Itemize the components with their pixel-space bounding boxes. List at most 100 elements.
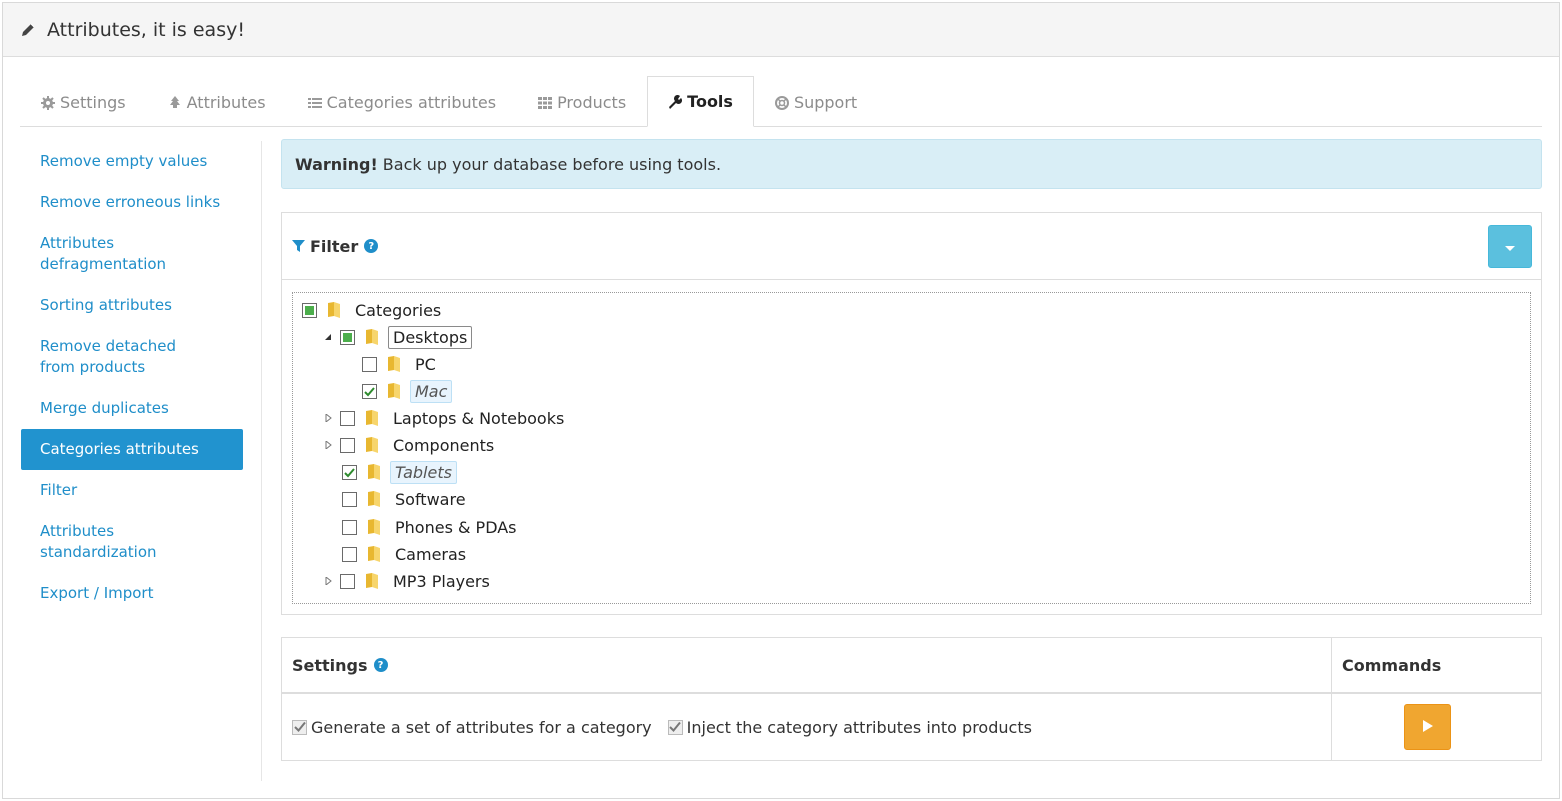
tab-label: Attributes bbox=[186, 93, 266, 112]
tree-checkbox[interactable] bbox=[340, 410, 355, 426]
filter-panel: Filter ? Categories Desktops PC Mac Lapt… bbox=[281, 212, 1542, 615]
main-panel: Attributes, it is easy! Settings Attribu… bbox=[2, 2, 1560, 799]
caret-down-icon bbox=[1505, 237, 1515, 256]
settings-title: Settings bbox=[292, 655, 368, 675]
filter-icon bbox=[292, 239, 305, 253]
folder-icon bbox=[328, 302, 340, 318]
settings-header: Settings ? bbox=[282, 638, 1332, 692]
tree-checkbox[interactable] bbox=[340, 329, 355, 345]
tree-node[interactable]: MP3 Players bbox=[322, 569, 495, 593]
filter-dropdown-button[interactable] bbox=[1488, 225, 1532, 268]
generate-attributes-checkbox[interactable]: Generate a set of attributes for a categ… bbox=[292, 718, 652, 737]
tree-label[interactable]: Tablets bbox=[390, 460, 457, 484]
tree-checkbox[interactable] bbox=[362, 356, 377, 372]
checkbox-box[interactable] bbox=[667, 719, 683, 735]
tools-sidebar: Remove empty values Remove erroneous lin… bbox=[20, 141, 262, 781]
commands-cell bbox=[1332, 694, 1541, 760]
folder-icon bbox=[366, 329, 378, 345]
checkbox-label: Inject the category attributes into prod… bbox=[686, 717, 1032, 737]
tree-checkbox[interactable] bbox=[342, 491, 357, 507]
tab-label: Categories attributes bbox=[326, 93, 497, 112]
tab-tools[interactable]: Tools bbox=[647, 76, 754, 127]
tree-label[interactable]: Mac bbox=[410, 379, 453, 403]
sidebar-item-merge-duplicates[interactable]: Merge duplicates bbox=[21, 388, 243, 429]
tree-node[interactable]: Tablets bbox=[342, 460, 457, 484]
triangle-expanded-icon[interactable] bbox=[322, 331, 334, 343]
tree-checkbox[interactable] bbox=[340, 437, 355, 453]
list-icon bbox=[307, 96, 322, 110]
triangle-collapsed-icon[interactable] bbox=[322, 412, 334, 424]
tab-settings[interactable]: Settings bbox=[20, 77, 147, 127]
tree-node[interactable]: Categories bbox=[302, 298, 446, 322]
tree-node[interactable]: PC bbox=[362, 352, 441, 376]
tab-label: Settings bbox=[60, 93, 126, 112]
tree-label[interactable]: Software bbox=[390, 488, 471, 511]
folder-icon bbox=[388, 356, 400, 372]
sidebar-item-attributes-defragmentation[interactable]: Attributes defragmentation bbox=[21, 223, 181, 285]
checkmark-icon bbox=[364, 386, 375, 396]
play-icon bbox=[1422, 718, 1434, 737]
grid-icon bbox=[538, 96, 553, 110]
sidebar-item-export-import[interactable]: Export / Import bbox=[21, 573, 243, 614]
run-button[interactable] bbox=[1404, 704, 1451, 750]
tree-node[interactable]: Phones & PDAs bbox=[342, 515, 522, 539]
tree-label[interactable]: Desktops bbox=[388, 325, 473, 349]
tree-label[interactable]: Phones & PDAs bbox=[390, 516, 522, 539]
help-icon[interactable]: ? bbox=[373, 658, 388, 672]
sidebar-item-categories-attributes[interactable]: Categories attributes bbox=[21, 429, 243, 470]
sidebar-item-remove-erroneous-links[interactable]: Remove erroneous links bbox=[21, 182, 243, 223]
tree-checkbox[interactable] bbox=[342, 464, 357, 480]
commands-title: Commands bbox=[1342, 655, 1442, 675]
tree-node[interactable]: Cameras bbox=[342, 542, 471, 566]
page-title: Attributes, it is easy! bbox=[47, 18, 245, 41]
gear-icon bbox=[41, 95, 55, 110]
tree-node[interactable]: Laptops & Notebooks bbox=[322, 406, 569, 430]
checkmark-icon bbox=[669, 721, 681, 732]
tree-node[interactable]: Mac bbox=[362, 379, 453, 403]
tree-checkbox[interactable] bbox=[340, 573, 355, 589]
tab-support[interactable]: Support bbox=[754, 77, 878, 127]
checkmark-icon bbox=[344, 467, 355, 477]
sidebar-item-remove-empty-values[interactable]: Remove empty values bbox=[21, 141, 243, 182]
tree-label[interactable]: Components bbox=[388, 434, 499, 457]
tree-label[interactable]: Categories bbox=[350, 299, 446, 322]
tree-checkbox[interactable] bbox=[342, 546, 357, 562]
tree-checkbox[interactable] bbox=[302, 302, 317, 318]
triangle-collapsed-icon[interactable] bbox=[322, 439, 334, 451]
tree-label[interactable]: Cameras bbox=[390, 543, 471, 566]
checkbox-label: Generate a set of attributes for a categ… bbox=[311, 717, 652, 737]
tab-label: Support bbox=[793, 93, 858, 112]
sidebar-item-sorting-attributes[interactable]: Sorting attributes bbox=[21, 285, 243, 326]
folder-icon bbox=[368, 546, 380, 562]
tree-label[interactable]: Laptops & Notebooks bbox=[388, 407, 569, 430]
triangle-collapsed-icon[interactable] bbox=[322, 575, 334, 587]
tree-checkbox[interactable] bbox=[362, 383, 377, 399]
folder-icon bbox=[366, 410, 378, 426]
tab-label: Tools bbox=[687, 92, 733, 111]
tree-node[interactable]: Components bbox=[322, 433, 499, 457]
sidebar-item-attributes-standardization[interactable]: Attributes standardization bbox=[21, 511, 243, 573]
panel-heading: Attributes, it is easy! bbox=[3, 3, 1559, 57]
tree-label[interactable]: MP3 Players bbox=[388, 570, 495, 593]
folder-icon bbox=[368, 519, 380, 535]
warning-alert: Warning! Back up your database before us… bbox=[281, 139, 1542, 189]
sidebar-item-filter[interactable]: Filter bbox=[21, 470, 243, 511]
tab-label: Products bbox=[557, 93, 627, 112]
settings-table: Settings ? Commands Generate a set of at… bbox=[281, 637, 1542, 761]
tab-categories-attributes[interactable]: Categories attributes bbox=[287, 77, 517, 127]
tab-attributes[interactable]: Attributes bbox=[147, 77, 287, 127]
tree-node[interactable]: Software bbox=[342, 487, 471, 511]
settings-header-row: Settings ? Commands bbox=[282, 638, 1541, 694]
inject-attributes-checkbox[interactable]: Inject the category attributes into prod… bbox=[667, 717, 1032, 737]
lifebuoy-icon bbox=[774, 95, 789, 110]
alert-strong: Warning! bbox=[295, 154, 378, 174]
checkbox-box[interactable] bbox=[292, 719, 307, 735]
tree-checkbox[interactable] bbox=[342, 519, 357, 535]
sidebar-item-remove-detached[interactable]: Remove detached from products bbox=[21, 326, 221, 388]
help-icon[interactable]: ? bbox=[364, 239, 379, 253]
folder-icon bbox=[366, 573, 378, 589]
tree-node[interactable]: Desktops bbox=[322, 325, 473, 349]
folder-icon bbox=[368, 464, 380, 480]
tab-products[interactable]: Products bbox=[517, 77, 647, 127]
tree-label[interactable]: PC bbox=[410, 353, 441, 376]
